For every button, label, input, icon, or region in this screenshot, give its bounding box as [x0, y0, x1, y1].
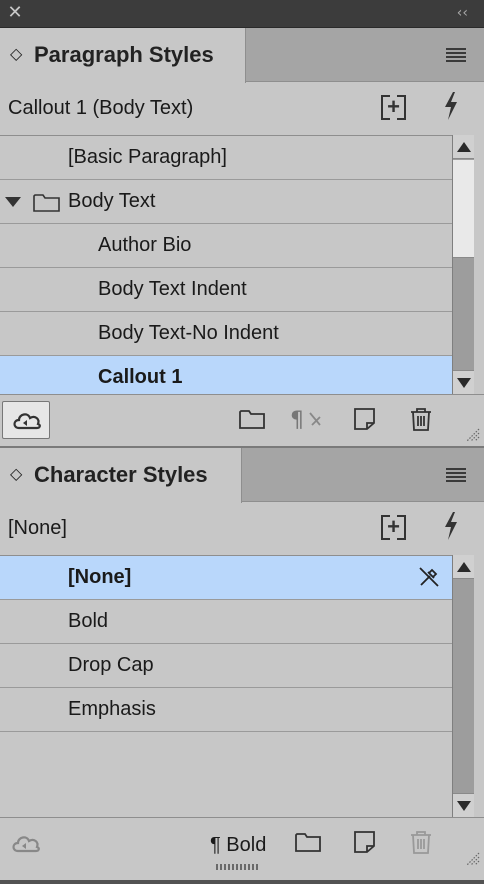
arrow-down-icon	[457, 378, 471, 388]
quick-apply-icon[interactable]	[440, 91, 462, 121]
folder-icon	[33, 194, 60, 212]
trash-icon[interactable]	[408, 830, 434, 854]
tab-title: Character Styles	[34, 462, 208, 487]
svg-text:¶: ¶	[290, 408, 304, 431]
panel-menu-icon[interactable]	[446, 48, 466, 62]
expand-collapse-icon[interactable]: ◇	[10, 463, 22, 485]
arrow-up-icon	[457, 562, 471, 572]
tab-paragraph-styles[interactable]: ◇ Paragraph Styles	[0, 28, 246, 83]
current-paragraph-style: Callout 1 (Body Text)	[8, 97, 194, 119]
list-item[interactable]: Emphasis	[0, 688, 452, 732]
scrollbar-gutter	[474, 555, 484, 817]
new-group-folder-icon[interactable]	[295, 830, 321, 854]
list-item-label: Callout 1	[98, 366, 183, 388]
paragraph-style-list: [Basic Paragraph] Body Text Author Bio B…	[0, 135, 484, 394]
cloud-sync-button[interactable]	[2, 401, 50, 439]
list-item-label: Body Text-No Indent	[98, 322, 279, 344]
expand-collapse-icon[interactable]: ◇	[10, 43, 22, 65]
list-item[interactable]: Bold	[0, 600, 452, 644]
character-style-list: [None] Bold Drop Cap Emphasis	[0, 555, 484, 817]
list-item-group[interactable]: Body Text	[0, 180, 452, 224]
vertical-scrollbar[interactable]	[452, 555, 484, 817]
list-item-label: Body Text	[68, 190, 156, 212]
list-item-selected[interactable]: Callout 1	[0, 356, 452, 394]
panel-titlebar: ✕ ‹‹	[0, 0, 484, 28]
new-group-folder-icon[interactable]	[239, 407, 265, 431]
arrow-up-icon	[457, 142, 471, 152]
trash-icon[interactable]	[408, 407, 434, 431]
new-style-icon[interactable]	[352, 830, 378, 854]
current-character-style: [None]	[8, 517, 67, 539]
scroll-down-button[interactable]	[453, 370, 474, 394]
scroll-down-button[interactable]	[453, 793, 474, 817]
panel-menu-icon[interactable]	[446, 468, 466, 482]
list-item-label: [None]	[68, 566, 132, 588]
list-item[interactable]: Body Text-No Indent	[0, 312, 452, 356]
list-item-label: Drop Cap	[68, 654, 154, 676]
tab-strip: ◇ Character Styles	[0, 448, 484, 503]
list-item[interactable]: Drop Cap	[0, 644, 452, 688]
scroll-thumb[interactable]	[453, 160, 474, 258]
new-style-icon[interactable]	[352, 407, 378, 431]
list-item[interactable]: [Basic Paragraph]	[0, 136, 452, 180]
list-item-selected[interactable]: [None]	[0, 556, 452, 600]
panel-resize-handle[interactable]	[216, 864, 260, 870]
resize-grip-icon[interactable]	[466, 852, 480, 866]
current-style-bar: Callout 1 (Body Text) +	[0, 83, 484, 135]
list-item-label: Body Text Indent	[98, 278, 247, 300]
panel-footer: ¶ Bold	[0, 817, 484, 880]
current-style-bar: [None] +	[0, 503, 484, 555]
scrollbar-gutter	[474, 135, 484, 394]
list-item[interactable]: Author Bio	[0, 224, 452, 268]
vertical-scrollbar[interactable]	[452, 135, 484, 394]
list-item-label: [Basic Paragraph]	[68, 146, 227, 168]
resize-grip-icon[interactable]	[466, 428, 480, 442]
current-character-style-label: ¶ Bold	[210, 834, 267, 856]
scroll-up-button[interactable]	[453, 555, 474, 579]
arrow-down-icon	[457, 801, 471, 811]
cloud-sync-icon[interactable]	[10, 832, 42, 854]
quick-apply-icon[interactable]	[440, 511, 462, 541]
cloud-sync-icon	[13, 413, 41, 430]
new-style-from-selection-icon[interactable]: +	[381, 515, 406, 540]
disclosure-triangle-icon[interactable]	[5, 197, 21, 207]
collapse-panel-button[interactable]: ‹‹	[457, 5, 468, 21]
scroll-up-button[interactable]	[453, 135, 474, 159]
list-item-label: Author Bio	[98, 234, 192, 256]
character-styles-panel: ◇ Character Styles [None] + [None] Bold …	[0, 448, 484, 880]
tab-title: Paragraph Styles	[34, 42, 214, 67]
clear-overrides-icon[interactable]: ¶	[290, 407, 326, 431]
list-item-label: Bold	[68, 610, 109, 632]
tab-strip: ◇ Paragraph Styles	[0, 28, 484, 83]
close-panel-button[interactable]: ✕	[6, 4, 24, 22]
locked-style-icon	[419, 567, 439, 587]
panel-footer: ¶	[0, 394, 484, 446]
list-item-label: Emphasis	[68, 698, 156, 720]
new-style-from-selection-icon[interactable]: +	[381, 95, 406, 120]
tab-character-styles[interactable]: ◇ Character Styles	[0, 448, 242, 503]
list-item[interactable]: Body Text Indent	[0, 268, 452, 312]
paragraph-styles-panel: ◇ Paragraph Styles Callout 1 (Body Text)…	[0, 28, 484, 446]
